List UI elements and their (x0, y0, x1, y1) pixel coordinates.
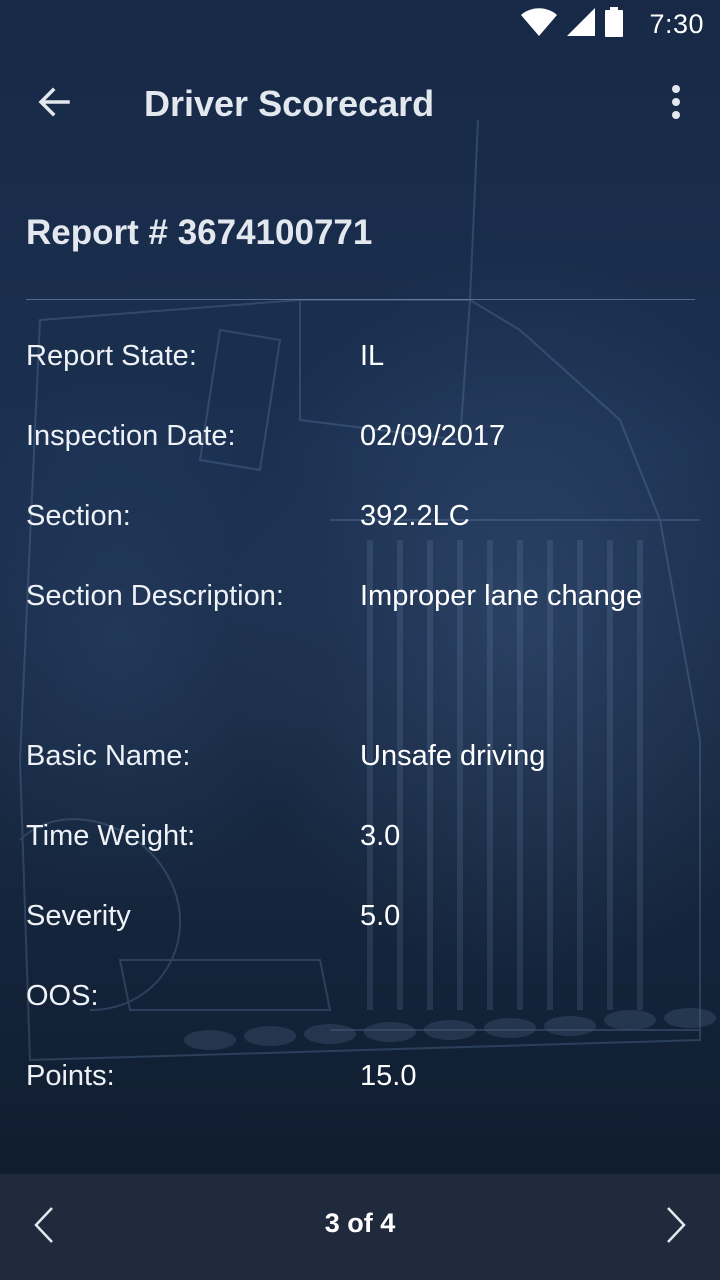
detail-value: 5.0 (360, 900, 401, 932)
detail-row-severity: Severity 5.0 (26, 880, 696, 960)
detail-label: Inspection Date: (26, 420, 236, 452)
detail-value: 3.0 (360, 820, 401, 852)
detail-value: Unsafe driving (360, 740, 546, 772)
back-button[interactable] (22, 72, 86, 136)
detail-label: Time Weight: (26, 820, 196, 852)
detail-row-oos: OOS: (26, 960, 696, 1040)
page-indicator: 3 of 4 (324, 1208, 396, 1238)
detail-row-time-weight: Time Weight: 3.0 (26, 800, 696, 880)
divider (26, 299, 695, 300)
app-bar: Driver Scorecard (0, 48, 720, 160)
detail-label: Section: (26, 500, 131, 532)
detail-row-section: Section: 392.2LC (26, 480, 696, 560)
detail-value: 15.0 (360, 1060, 417, 1092)
overflow-menu-button[interactable] (652, 72, 700, 136)
detail-row-basic-name: Basic Name: Unsafe driving (26, 720, 696, 800)
signal-icon (567, 7, 596, 41)
detail-label: Basic Name: (26, 740, 191, 772)
detail-row-section-description: Section Description: Improper lane chang… (26, 560, 696, 640)
arrow-back-icon (36, 84, 72, 125)
detail-row-inspection-date: Inspection Date: 02/09/2017 (26, 400, 696, 480)
pager-bar: 3 of 4 (0, 1174, 720, 1280)
battery-icon (605, 6, 624, 42)
more-vert-icon (670, 84, 682, 125)
wifi-icon (521, 7, 558, 41)
detail-value: 392.2LC (360, 500, 470, 532)
status-time: 7:30 (649, 8, 704, 39)
chevron-right-icon (664, 1205, 688, 1250)
detail-label: OOS: (26, 980, 99, 1012)
detail-row-report-state: Report State: IL (26, 320, 696, 400)
page-title: Driver Scorecard (144, 83, 435, 124)
report-number-heading: Report # 3674100771 (26, 213, 373, 252)
detail-label: Points: (26, 1060, 115, 1092)
detail-value: IL (360, 340, 385, 372)
detail-label: Severity (26, 900, 131, 932)
detail-value: 02/09/2017 (360, 420, 506, 452)
detail-row-points: Points: 15.0 (26, 1040, 696, 1120)
detail-label: Report State: (26, 340, 197, 372)
detail-value: Improper lane change (360, 580, 643, 612)
status-bar: 7:30 (0, 0, 720, 48)
detail-label: Section Description: (26, 580, 284, 612)
next-page-button[interactable] (646, 1197, 706, 1257)
